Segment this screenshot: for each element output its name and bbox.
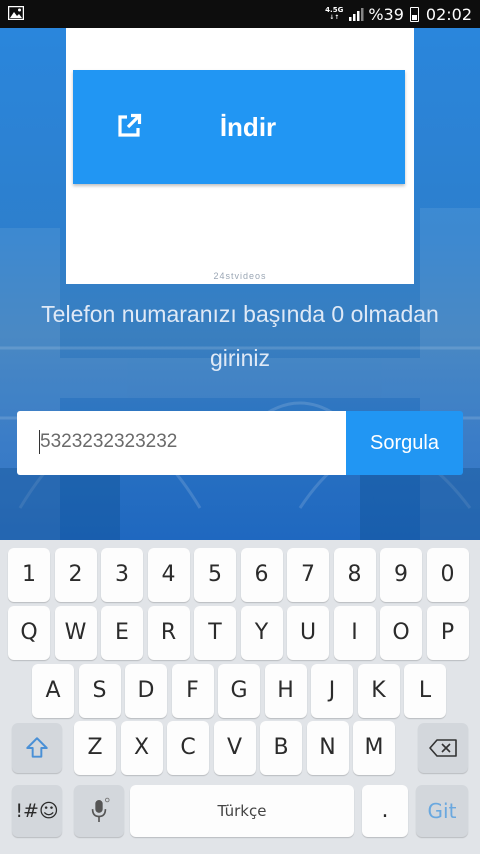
signal-icon xyxy=(349,8,364,21)
letter-key[interactable]: U xyxy=(287,606,329,660)
letter-key[interactable]: G xyxy=(218,664,260,718)
number-key[interactable]: 9 xyxy=(380,548,422,602)
period-key[interactable]: . xyxy=(362,785,408,837)
letter-key[interactable]: O xyxy=(380,606,422,660)
letter-key[interactable]: M xyxy=(353,721,395,775)
letter-key[interactable]: P xyxy=(426,606,469,660)
letter-key[interactable]: Y xyxy=(240,606,283,660)
number-key[interactable]: 2 xyxy=(54,548,97,602)
ad-banner[interactable]: İndir 24stvideos xyxy=(66,28,414,284)
letter-key[interactable]: H xyxy=(264,664,307,718)
letter-key[interactable]: X xyxy=(120,721,163,775)
letter-key[interactable]: S xyxy=(78,664,121,718)
phone-query-form: 5323232323232 Sorgula xyxy=(17,411,463,475)
letter-key[interactable]: F xyxy=(171,664,214,718)
letter-key[interactable]: V xyxy=(213,721,256,775)
ad-credit: 24stvideos xyxy=(213,271,267,281)
instruction-text: Telefon numaranızı başında 0 olmadan gir… xyxy=(41,301,439,371)
query-button[interactable]: Sorgula xyxy=(346,411,463,475)
letter-key[interactable]: C xyxy=(167,721,209,775)
phone-number-value: 5323232323232 xyxy=(40,431,178,452)
space-key-label: Türkçe xyxy=(217,802,267,820)
letter-key[interactable]: K xyxy=(357,664,400,718)
download-button[interactable]: İndir xyxy=(73,70,405,184)
number-key[interactable]: 4 xyxy=(147,548,190,602)
network-type: 4.5G ↓↑ xyxy=(325,6,344,22)
gallery-notification-icon xyxy=(8,6,24,20)
symbols-key-label: !#☺ xyxy=(15,800,59,822)
letter-key[interactable]: E xyxy=(101,606,143,660)
download-button-label: İndir xyxy=(219,112,277,142)
voice-input-key[interactable] xyxy=(74,785,124,837)
microphone-icon xyxy=(91,797,110,822)
clock: 02:02 xyxy=(425,4,472,24)
soft-keyboard: 1234567890 QWERTYUIOP ASDFGHJKL ZXCVBNM … xyxy=(0,540,480,854)
number-key[interactable]: 3 xyxy=(101,548,143,602)
number-key[interactable]: 0 xyxy=(426,548,469,602)
letter-key[interactable]: Q xyxy=(8,606,50,660)
symbols-key[interactable]: !#☺ xyxy=(12,785,62,837)
letter-key[interactable]: R xyxy=(147,606,190,660)
letter-key[interactable]: W xyxy=(54,606,97,660)
backspace-key[interactable] xyxy=(418,723,468,773)
letter-key[interactable]: N xyxy=(306,721,349,775)
number-key[interactable]: 5 xyxy=(194,548,236,602)
shift-arrow-icon xyxy=(26,737,48,758)
letter-key[interactable]: A xyxy=(32,664,74,718)
letter-key[interactable]: D xyxy=(125,664,167,718)
letter-key[interactable]: T xyxy=(194,606,236,660)
letter-key[interactable]: L xyxy=(404,664,446,718)
go-key[interactable]: Git xyxy=(416,785,468,837)
letter-key[interactable]: Z xyxy=(74,721,116,775)
number-key[interactable]: 7 xyxy=(287,548,329,602)
status-bar: 4.5G ↓↑ %39 02:02 xyxy=(0,0,480,28)
number-key[interactable]: 1 xyxy=(8,548,50,602)
space-key[interactable]: Türkçe xyxy=(130,785,354,837)
phone-number-input[interactable]: 5323232323232 xyxy=(17,411,346,475)
period-key-label: . xyxy=(381,798,389,823)
letter-key[interactable]: B xyxy=(260,721,302,775)
battery-percent: %39 xyxy=(368,4,404,24)
letter-key[interactable]: J xyxy=(311,664,353,718)
number-key[interactable]: 8 xyxy=(333,548,376,602)
go-key-label: Git xyxy=(427,799,457,823)
number-key[interactable]: 6 xyxy=(240,548,283,602)
backspace-icon xyxy=(429,739,457,757)
shift-key[interactable] xyxy=(12,723,62,773)
letter-key[interactable]: I xyxy=(333,606,376,660)
battery-icon xyxy=(409,6,419,22)
